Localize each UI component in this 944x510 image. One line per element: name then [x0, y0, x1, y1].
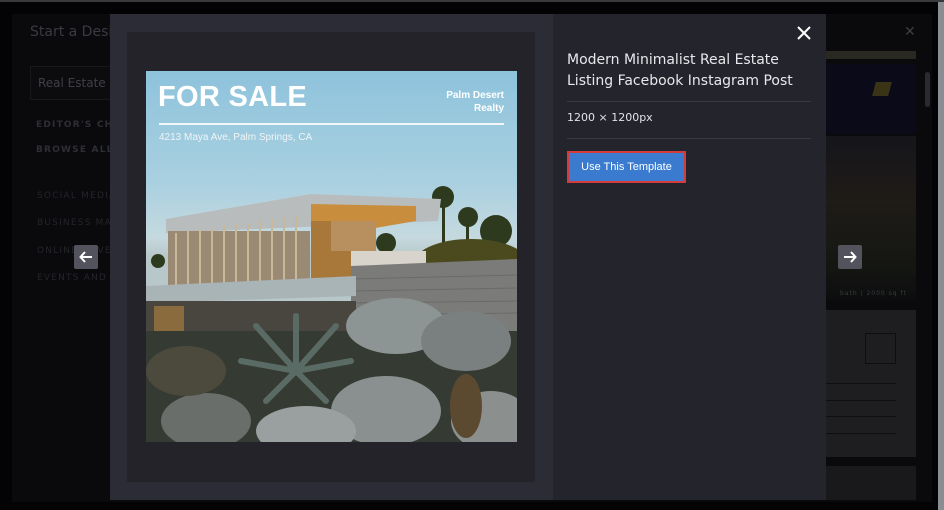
- template-info-panel: Modern Minimalist Real Estate Listing Fa…: [553, 14, 826, 500]
- arrow-left-icon: [79, 251, 92, 263]
- house-photo: [146, 186, 517, 442]
- divider: [567, 138, 811, 139]
- background-thumb[interactable]: [826, 466, 916, 500]
- template-headline: FOR SALE: [158, 81, 308, 113]
- next-template-button[interactable]: [838, 245, 862, 269]
- thumb-line: [826, 383, 896, 384]
- template-brand-line2: Realty: [473, 103, 504, 114]
- thumb-stamp-box: [865, 333, 896, 364]
- template-preview-image: FOR SALE Palm Desert Realty 4213 Maya Av…: [146, 71, 517, 442]
- thumb-caption: bath | 2000 sq ft: [840, 290, 907, 297]
- template-divider: [159, 123, 504, 125]
- template-brand-line1: Palm Desert: [446, 90, 504, 101]
- template-title: Modern Minimalist Real Estate Listing Fa…: [567, 52, 793, 89]
- background-scrollbar[interactable]: [925, 72, 930, 107]
- thumb-line: [826, 416, 896, 417]
- screen: Start a Design ✕ Real Estate EDITOR'S CH…: [0, 0, 944, 510]
- use-this-template-button[interactable]: Use This Template: [567, 151, 686, 183]
- background-thumb[interactable]: [826, 51, 916, 59]
- template-brand: Palm Desert Realty: [446, 89, 504, 115]
- background-close-icon[interactable]: ✕: [904, 24, 916, 40]
- category-social-media[interactable]: SOCIAL MEDIA: [37, 191, 116, 201]
- divider: [567, 101, 811, 102]
- arrow-right-icon: [844, 251, 857, 263]
- template-preview-modal: FOR SALE Palm Desert Realty 4213 Maya Av…: [110, 14, 826, 500]
- thumb-line: [826, 400, 896, 401]
- close-icon: [797, 26, 811, 40]
- background-thumb[interactable]: [826, 310, 916, 457]
- preview-area: FOR SALE Palm Desert Realty 4213 Maya Av…: [110, 14, 553, 500]
- template-dimensions: 1200 × 1200px: [567, 111, 653, 124]
- background-thumb[interactable]: [826, 64, 916, 134]
- thumb-graphic: [872, 82, 892, 96]
- page-scrollbar[interactable]: [938, 2, 944, 510]
- thumb-line: [826, 433, 896, 434]
- close-modal-button[interactable]: [794, 23, 814, 43]
- template-address: 4213 Maya Ave, Palm Springs, CA: [159, 132, 313, 143]
- previous-template-button[interactable]: [74, 245, 98, 269]
- background-thumb[interactable]: bath | 2000 sq ft: [826, 136, 916, 301]
